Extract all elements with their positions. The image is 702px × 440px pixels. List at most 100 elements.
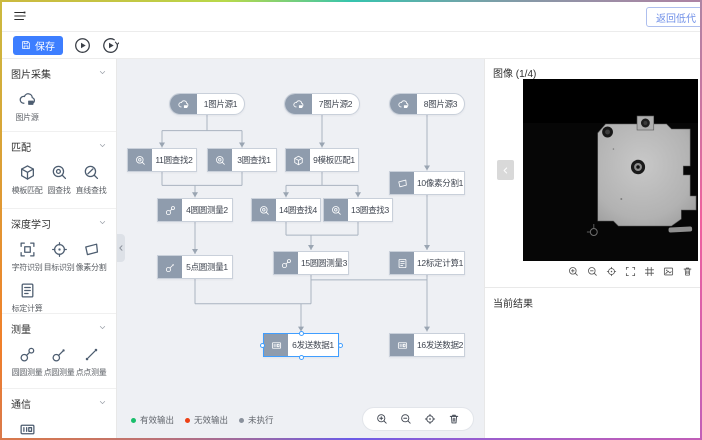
flow-node-label: 3圆查找1 bbox=[232, 149, 276, 171]
flow-node[interactable]: 13圆查找3 bbox=[323, 198, 393, 222]
flow-node[interactable]: 16发送数据2 bbox=[389, 333, 465, 357]
flow-node-label: 14圆查找4 bbox=[276, 199, 320, 221]
node-handle[interactable] bbox=[260, 343, 265, 348]
sidebar-item-template-match[interactable]: 模板匹配 bbox=[11, 164, 43, 196]
flow-node[interactable]: 1图片源1 bbox=[169, 93, 245, 115]
zoom-in-icon[interactable] bbox=[376, 413, 388, 425]
app-frame: 返回低代 保存 图片采集 图片源 bbox=[0, 0, 702, 440]
section-title: 测量 bbox=[11, 321, 31, 336]
send-data-icon bbox=[19, 421, 36, 438]
legend-dot-valid bbox=[131, 418, 136, 423]
save-label: 保存 bbox=[35, 38, 55, 53]
play-once-icon bbox=[102, 37, 119, 54]
run-once-button[interactable] bbox=[102, 37, 119, 54]
sidebar-item-line-find[interactable]: 直线查找 bbox=[75, 164, 107, 196]
measure-cc-icon bbox=[19, 346, 36, 363]
measure-pp-icon bbox=[83, 346, 100, 363]
flow-node[interactable]: 10像素分割1 bbox=[389, 171, 465, 195]
sidebar-item-circle-find[interactable]: 圆查找 bbox=[43, 164, 75, 196]
result-panel-title: 当前结果 bbox=[485, 287, 700, 317]
circle-find-icon bbox=[324, 199, 348, 221]
sidebar-item-target-detect[interactable]: 目标识别 bbox=[43, 241, 75, 273]
flow-node[interactable]: 14圆查找4 bbox=[251, 198, 321, 222]
image-source-icon bbox=[170, 94, 197, 114]
flow-canvas[interactable]: 1图片源1 7图片源2 8图片源3 11圆查找2 3圆查找1 9模板匹配1 10像素分割1 4… bbox=[117, 59, 484, 438]
template-match-icon bbox=[286, 149, 310, 171]
trash-icon[interactable] bbox=[448, 413, 460, 425]
play-icon bbox=[74, 37, 91, 54]
flow-node[interactable]: 8图片源3 bbox=[389, 93, 465, 115]
trash-icon[interactable] bbox=[682, 266, 693, 277]
locate-icon[interactable] bbox=[424, 413, 436, 425]
section-header[interactable]: 通信 bbox=[11, 396, 107, 411]
image-source-icon bbox=[390, 94, 417, 114]
locate-icon[interactable] bbox=[606, 266, 617, 277]
save-button[interactable]: 保存 bbox=[13, 36, 63, 55]
measure-pc-icon bbox=[158, 256, 182, 278]
chevron-down-icon bbox=[98, 398, 107, 409]
node-handle[interactable] bbox=[299, 331, 304, 336]
legend-dot-invalid bbox=[185, 418, 190, 423]
pixel-seg-icon bbox=[390, 172, 414, 194]
node-handle[interactable] bbox=[299, 355, 304, 360]
sidebar-collapse-handle[interactable] bbox=[117, 234, 125, 262]
sidebar-item-send-data[interactable] bbox=[11, 421, 43, 438]
section-header[interactable]: 测量 bbox=[11, 321, 107, 336]
sidebar-item-calib-calc[interactable]: 标定计算 bbox=[11, 282, 43, 314]
flow-node[interactable]: 5点圆测量1 bbox=[157, 255, 233, 279]
calib-calc-icon bbox=[390, 252, 414, 274]
section-header[interactable]: 图片采集 bbox=[11, 66, 107, 81]
template-match-icon bbox=[19, 164, 36, 181]
zoom-out-icon[interactable] bbox=[587, 266, 598, 277]
chevron-down-icon bbox=[98, 218, 107, 229]
run-button[interactable] bbox=[74, 37, 91, 54]
image-toolbar bbox=[568, 266, 693, 277]
part-image bbox=[523, 79, 698, 261]
chevron-down-icon bbox=[98, 141, 107, 152]
flow-node[interactable]: 12标定计算1 bbox=[389, 251, 465, 275]
inspection-image[interactable] bbox=[523, 79, 698, 261]
circle-find-icon bbox=[208, 149, 232, 171]
measure-pc-icon bbox=[51, 346, 68, 363]
flow-node[interactable]: 7图片源2 bbox=[284, 93, 360, 115]
fullscreen-icon[interactable] bbox=[625, 266, 636, 277]
flow-node-label: 4圆圆测量2 bbox=[182, 199, 232, 221]
flow-node[interactable]: 11圆查找2 bbox=[127, 148, 197, 172]
section-header[interactable]: 深度学习 bbox=[11, 216, 107, 231]
toolbar: 保存 bbox=[2, 32, 700, 59]
zoom-out-icon[interactable] bbox=[400, 413, 412, 425]
flow-node-label: 12标定计算1 bbox=[414, 252, 466, 274]
sidebar-item-measure-pc[interactable]: 点圆测量 bbox=[43, 346, 75, 378]
flow-node[interactable]: 4圆圆测量2 bbox=[157, 198, 233, 222]
section-header[interactable]: 匹配 bbox=[11, 139, 107, 154]
sidebar-item-image-source[interactable]: 图片源 bbox=[11, 91, 43, 123]
section-match: 匹配 模板匹配 圆查找 直线查找 bbox=[2, 132, 116, 209]
section-title: 图片采集 bbox=[11, 66, 51, 81]
sidebar-item-ocr[interactable]: 字符识别 bbox=[11, 241, 43, 273]
image-icon[interactable] bbox=[663, 266, 674, 277]
sidebar-item-measure-cc[interactable]: 圆圆测量 bbox=[11, 346, 43, 378]
chevron-down-icon bbox=[98, 323, 107, 334]
prev-image-button[interactable] bbox=[497, 160, 514, 180]
calib-calc-icon bbox=[19, 282, 36, 299]
flow-node[interactable]: 3圆查找1 bbox=[207, 148, 277, 172]
sidebar-item-pixel-seg[interactable]: 像素分割 bbox=[75, 241, 107, 273]
flow-node-label: 16发送数据2 bbox=[414, 334, 466, 356]
flow-node-label: 8图片源3 bbox=[417, 94, 464, 114]
menu-icon[interactable] bbox=[12, 9, 28, 25]
flow-node[interactable]: 9模板匹配1 bbox=[285, 148, 359, 172]
chevron-down-icon bbox=[98, 68, 107, 79]
section-deep-learning: 深度学习 字符识别 目标识别 像素分割 bbox=[2, 209, 116, 314]
sidebar-item-measure-pp[interactable]: 点点测量 bbox=[75, 346, 107, 378]
flow-node[interactable]: 15圆圆测量3 bbox=[273, 251, 349, 275]
right-panel: 图像 (1/4) bbox=[484, 59, 700, 438]
legend-dot-notrun bbox=[239, 418, 244, 423]
grid-icon[interactable] bbox=[644, 266, 655, 277]
flow-node[interactable]: 6发送数据1 bbox=[263, 333, 339, 357]
target-detect-icon bbox=[51, 241, 68, 258]
node-handle[interactable] bbox=[338, 343, 343, 348]
circle-find-icon bbox=[128, 149, 152, 171]
send-data-icon bbox=[264, 334, 288, 356]
zoom-in-icon[interactable] bbox=[568, 266, 579, 277]
back-to-lowcode-button[interactable]: 返回低代 bbox=[646, 7, 700, 27]
